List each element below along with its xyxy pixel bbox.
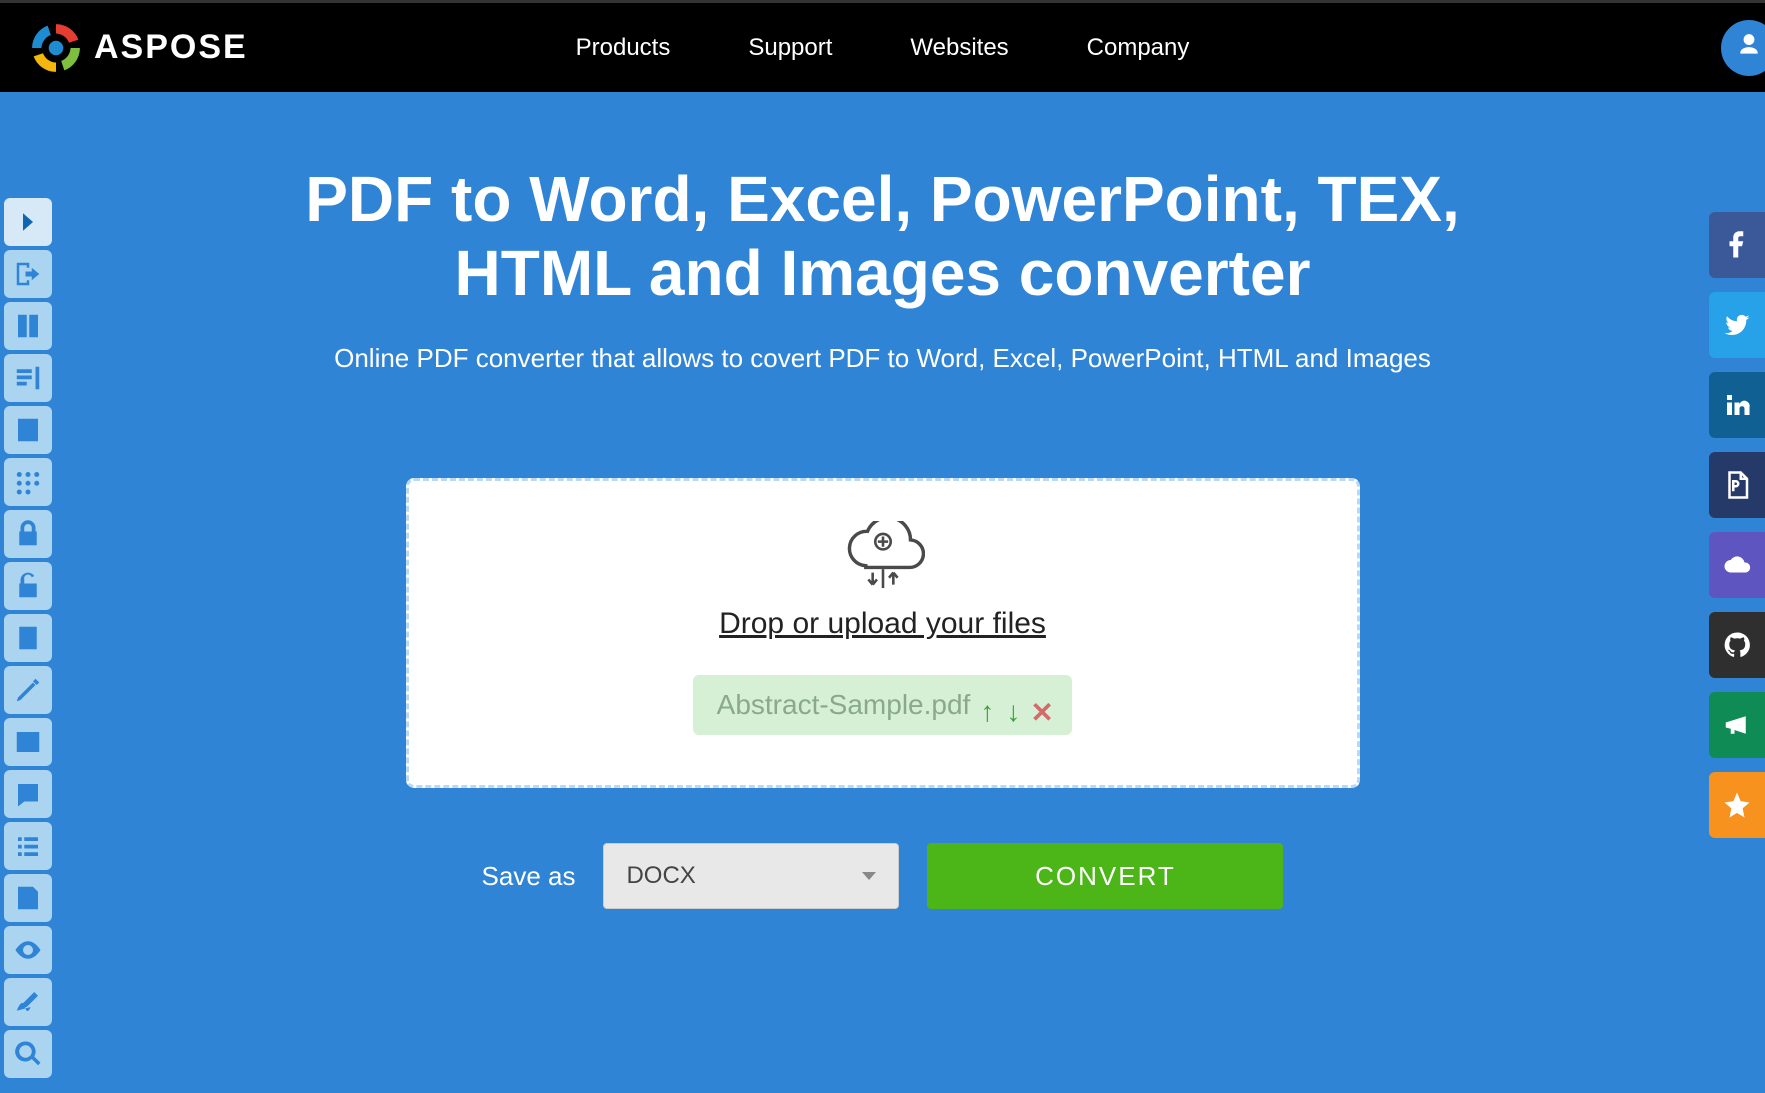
share-feedback[interactable] bbox=[1709, 692, 1765, 758]
brand-logo[interactable]: ASPOSE bbox=[30, 22, 248, 74]
tool-lock[interactable] bbox=[4, 510, 52, 558]
nav-support[interactable]: Support bbox=[748, 34, 832, 62]
tool-sign[interactable] bbox=[4, 978, 52, 1026]
top-nav: ASPOSE Products Support Websites Company bbox=[0, 0, 1765, 92]
tool-form[interactable] bbox=[4, 406, 52, 454]
share-facebook[interactable] bbox=[1709, 212, 1765, 278]
logo-mark-icon bbox=[30, 22, 82, 74]
move-up-icon[interactable]: ↑ bbox=[978, 696, 996, 714]
convert-button[interactable]: CONVERT bbox=[927, 843, 1283, 909]
account-button[interactable] bbox=[1721, 20, 1765, 76]
share-cloud[interactable] bbox=[1709, 532, 1765, 598]
tool-annotate[interactable] bbox=[4, 770, 52, 818]
nav-websites[interactable]: Websites bbox=[910, 34, 1008, 62]
tool-split[interactable] bbox=[4, 302, 52, 350]
primary-nav: Products Support Websites Company bbox=[576, 34, 1190, 62]
tool-import[interactable] bbox=[4, 250, 52, 298]
upload-cloud-icon bbox=[840, 521, 926, 589]
share-pdf[interactable] bbox=[1709, 452, 1765, 518]
tool-edit[interactable] bbox=[4, 666, 52, 714]
share-linkedin[interactable] bbox=[1709, 372, 1765, 438]
github-icon bbox=[1722, 630, 1752, 660]
tool-compress[interactable] bbox=[4, 614, 52, 662]
nav-products[interactable]: Products bbox=[576, 34, 671, 62]
tool-view[interactable] bbox=[4, 926, 52, 974]
uploaded-file-name: Abstract-Sample.pdf bbox=[717, 689, 971, 721]
format-selected-value: DOCX bbox=[626, 862, 695, 890]
user-icon bbox=[1736, 32, 1762, 63]
tool-redact[interactable] bbox=[4, 458, 52, 506]
uploaded-file-chip: Abstract-Sample.pdf ↑ ↓ ✕ bbox=[693, 675, 1073, 735]
share-github[interactable] bbox=[1709, 612, 1765, 678]
share-favorite[interactable] bbox=[1709, 772, 1765, 838]
facebook-icon bbox=[1722, 230, 1752, 260]
twitter-icon bbox=[1722, 310, 1752, 340]
share-twitter[interactable] bbox=[1709, 292, 1765, 358]
page-title: PDF to Word, Excel, PowerPoint, TEX, HTM… bbox=[283, 162, 1483, 310]
title-line-1: PDF to Word, Excel, PowerPoint, TEX, bbox=[305, 163, 1460, 235]
linkedin-icon bbox=[1722, 390, 1752, 420]
right-social-rail bbox=[1709, 212, 1765, 838]
convert-controls: Save as DOCX CONVERT bbox=[0, 843, 1765, 909]
tool-parse[interactable] bbox=[4, 354, 52, 402]
tool-unlock[interactable] bbox=[4, 562, 52, 610]
tool-expand[interactable] bbox=[4, 198, 52, 246]
chevron-down-icon bbox=[862, 872, 876, 880]
cloud-icon bbox=[1722, 550, 1752, 580]
move-down-icon[interactable]: ↓ bbox=[1004, 696, 1022, 714]
brand-name: ASPOSE bbox=[94, 28, 248, 67]
tool-list[interactable] bbox=[4, 822, 52, 870]
left-tool-rail bbox=[4, 198, 54, 1078]
pdf-file-icon bbox=[1722, 470, 1752, 500]
tool-search[interactable] bbox=[4, 1030, 52, 1078]
dropzone-label[interactable]: Drop or upload your files bbox=[429, 607, 1337, 641]
remove-file-icon[interactable]: ✕ bbox=[1030, 696, 1048, 714]
tool-extract[interactable] bbox=[4, 874, 52, 922]
title-line-2: HTML and Images converter bbox=[455, 237, 1311, 309]
megaphone-icon bbox=[1722, 710, 1752, 740]
page-subtitle: Online PDF converter that allows to cove… bbox=[333, 340, 1433, 378]
save-as-label: Save as bbox=[482, 861, 576, 892]
format-select[interactable]: DOCX bbox=[603, 843, 899, 909]
star-icon bbox=[1722, 790, 1752, 820]
tool-image[interactable] bbox=[4, 718, 52, 766]
nav-company[interactable]: Company bbox=[1087, 34, 1190, 62]
hero-section: PDF to Word, Excel, PowerPoint, TEX, HTM… bbox=[0, 92, 1765, 1093]
file-dropzone[interactable]: Drop or upload your files Abstract-Sampl… bbox=[406, 478, 1360, 788]
